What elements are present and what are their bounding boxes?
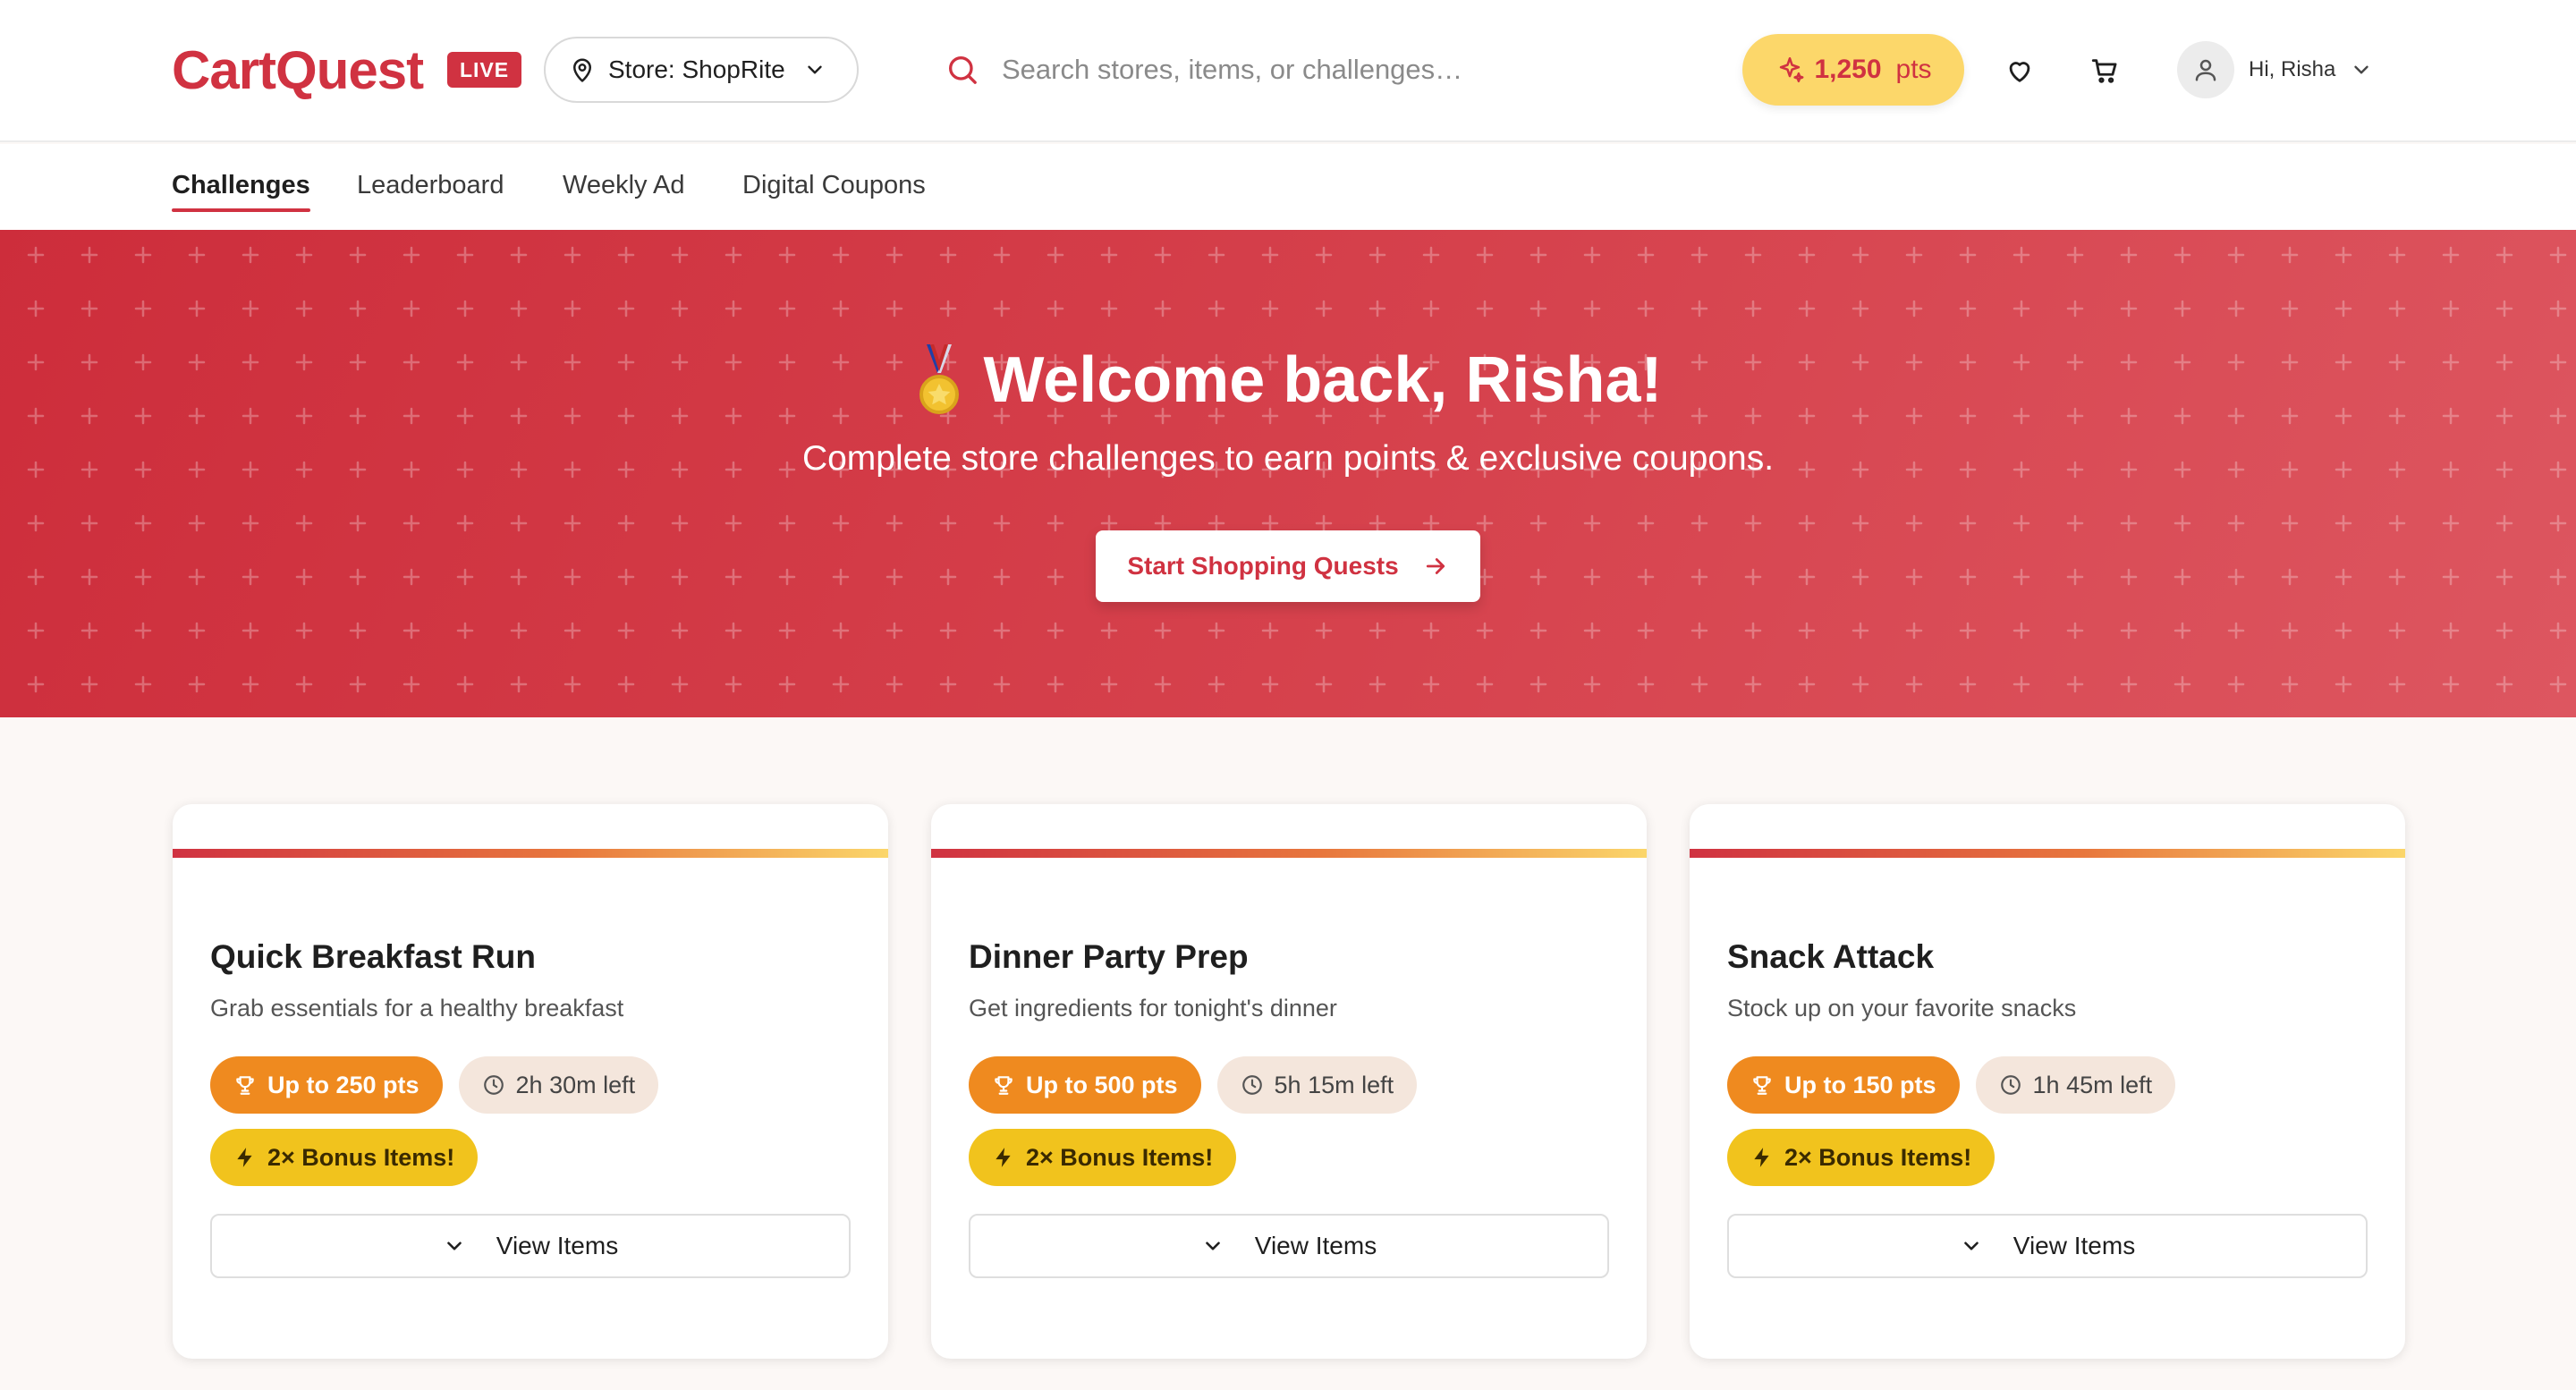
app-logo[interactable]: CartQuest <box>172 38 424 103</box>
bonus-tag: 2× Bonus Items! <box>969 1129 1237 1186</box>
card-description: Grab essentials for a healthy breakfast <box>210 995 624 1021</box>
tab-leaderboard[interactable]: Leaderboard <box>357 171 504 212</box>
view-items-button[interactable]: View Items <box>1727 1214 2368 1278</box>
card-bonus-row: 2× Bonus Items! <box>210 1129 479 1186</box>
points-tag: Up to 500 pts <box>969 1056 1201 1114</box>
view-items-label: View Items <box>1254 1232 1377 1259</box>
card-bonus-row: 2× Bonus Items! <box>969 1129 1237 1186</box>
trophy-icon <box>992 1073 1015 1097</box>
time-tag-label: 2h 30m left <box>515 1071 636 1098</box>
chevron-down-icon <box>803 58 826 81</box>
search-icon[interactable] <box>945 52 980 88</box>
points-tag-label: Up to 150 pts <box>1784 1071 1936 1098</box>
points-unit: pts <box>1895 55 1932 84</box>
hero-banner: Welcome back, Risha! Complete store chal… <box>0 230 2576 717</box>
cta-label: Start Shopping Quests <box>1127 552 1399 580</box>
points-value: 1,250 <box>1814 55 1882 84</box>
tab-weekly-ad[interactable]: Weekly Ad <box>563 171 684 212</box>
view-items-button[interactable]: View Items <box>210 1214 851 1278</box>
hero-subtitle: Complete store challenges to earn points… <box>801 439 1775 478</box>
points-tag: Up to 150 pts <box>1727 1056 1960 1114</box>
bonus-tag-label: 2× Bonus Items! <box>1026 1143 1214 1171</box>
card-tags: Up to 250 pts 2h 30m left <box>210 1056 659 1114</box>
trophy-icon <box>233 1073 257 1097</box>
heart-icon <box>2004 55 2035 86</box>
chevron-down-icon <box>1201 1234 1224 1258</box>
user-menu[interactable]: Hi, Risha <box>2177 41 2373 98</box>
lightning-icon <box>233 1146 257 1169</box>
store-selector[interactable]: Store: ShopRite <box>544 37 859 103</box>
bonus-tag-label: 2× Bonus Items! <box>1784 1143 1972 1171</box>
card-bonus-row: 2× Bonus Items! <box>1727 1129 1996 1186</box>
tab-digital-coupons[interactable]: Digital Coupons <box>742 171 926 212</box>
challenge-card: Dinner Party Prep Get ingredients for to… <box>931 804 1647 1359</box>
avatar <box>2177 41 2234 98</box>
tab-challenges[interactable]: Challenges <box>172 171 310 212</box>
live-badge: LIVE <box>447 52 522 88</box>
card-description: Stock up on your favorite snacks <box>1727 995 2077 1021</box>
cart-icon <box>2089 55 2120 86</box>
sparkle-icon <box>1775 55 1805 85</box>
view-items-button[interactable]: View Items <box>969 1214 1609 1278</box>
hero-title: Welcome back, Risha! <box>0 337 2576 423</box>
card-title: Dinner Party Prep <box>969 938 1249 975</box>
card-accent-bar <box>173 849 888 858</box>
challenge-card: Snack Attack Stock up on your favorite s… <box>1690 804 2405 1359</box>
search-input[interactable] <box>1002 54 1628 86</box>
search-bar <box>945 38 1660 102</box>
points-tag-label: Up to 250 pts <box>267 1071 419 1098</box>
card-accent-bar <box>931 849 1647 858</box>
store-selector-label: Store: ShopRite <box>608 55 785 83</box>
cart-button[interactable] <box>2082 48 2127 93</box>
trophy-icon <box>1750 1073 1774 1097</box>
view-items-label: View Items <box>496 1232 619 1259</box>
card-title: Snack Attack <box>1727 938 1935 975</box>
points-balance[interactable]: 1,250 pts <box>1742 34 1964 106</box>
time-tag: 1h 45m left <box>1975 1056 2176 1114</box>
clock-icon <box>1999 1073 2022 1097</box>
time-tag: 5h 15m left <box>1216 1056 1418 1114</box>
chevron-down-icon <box>443 1234 466 1258</box>
points-tag-label: Up to 500 pts <box>1026 1071 1178 1098</box>
clock-icon <box>482 1073 505 1097</box>
bonus-tag: 2× Bonus Items! <box>210 1129 479 1186</box>
top-header: CartQuest LIVE Store: ShopRite 1,250 pts <box>0 0 2576 142</box>
medal-icon <box>914 344 964 416</box>
lightning-icon <box>1750 1146 1774 1169</box>
lightning-icon <box>992 1146 1015 1169</box>
arrow-right-icon <box>1422 553 1449 580</box>
points-tag: Up to 250 pts <box>210 1056 443 1114</box>
time-tag-label: 1h 45m left <box>2032 1071 2153 1098</box>
card-accent-bar <box>1690 849 2405 858</box>
clock-icon <box>1241 1073 1264 1097</box>
card-title: Quick Breakfast Run <box>210 938 536 975</box>
card-tags: Up to 150 pts 1h 45m left <box>1727 1056 2176 1114</box>
view-items-label: View Items <box>2012 1232 2136 1259</box>
bonus-tag-label: 2× Bonus Items! <box>267 1143 455 1171</box>
start-shopping-quests-button[interactable]: Start Shopping Quests <box>1096 530 1480 602</box>
wishlist-button[interactable] <box>1997 48 2042 93</box>
challenge-card: Quick Breakfast Run Grab essentials for … <box>173 804 888 1359</box>
user-greeting: Hi, Risha <box>2249 57 2336 81</box>
main-nav: Challenges Leaderboard Weekly Ad Digital… <box>0 144 2576 230</box>
time-tag: 2h 30m left <box>458 1056 659 1114</box>
hero-title-text: Welcome back, Risha! <box>983 344 1663 416</box>
bonus-tag: 2× Bonus Items! <box>1727 1129 1996 1186</box>
user-icon <box>2192 56 2219 83</box>
card-description: Get ingredients for tonight's dinner <box>969 995 1337 1021</box>
time-tag-label: 5h 15m left <box>1274 1071 1394 1098</box>
card-tags: Up to 500 pts 5h 15m left <box>969 1056 1418 1114</box>
map-pin-icon <box>569 56 596 83</box>
chevron-down-icon <box>1960 1234 1983 1258</box>
chevron-down-icon <box>2350 58 2373 81</box>
